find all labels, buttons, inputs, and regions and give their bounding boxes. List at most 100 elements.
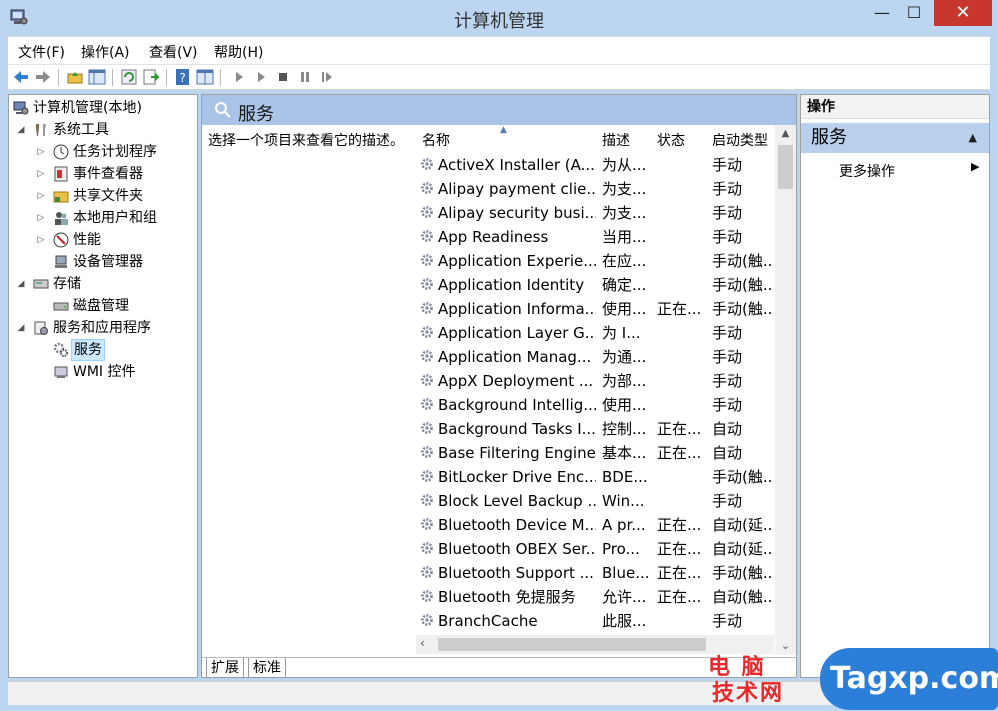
- table-row[interactable]: App Readiness 当用... 手动: [416, 225, 774, 249]
- column-header-name[interactable]: 名称: [422, 130, 450, 150]
- tree-label: 服务和应用程序: [53, 320, 151, 336]
- table-row[interactable]: Alipay payment clie... 为支... 手动: [416, 177, 774, 201]
- table-row[interactable]: Background Intellig... 使用... 手动: [416, 393, 774, 417]
- table-row[interactable]: Bluetooth Device M... A pr... 正在... 自动(延...: [416, 513, 774, 537]
- up-folder-icon[interactable]: [66, 68, 84, 86]
- column-header-status[interactable]: 状态: [657, 130, 685, 150]
- tree-label: 计算机管理(本地): [33, 100, 142, 116]
- collapsed-arrow-icon[interactable]: ▷: [35, 141, 47, 163]
- start-service-alt-icon[interactable]: [252, 68, 270, 86]
- tab-standard[interactable]: 标准: [248, 658, 286, 678]
- service-description: 为 I...: [602, 324, 641, 342]
- expanded-arrow-icon[interactable]: ◢: [15, 119, 27, 141]
- service-startup-type: 手动: [712, 228, 743, 246]
- service-startup-type: 手动(触...: [712, 468, 774, 486]
- actions-section-services[interactable]: 服务 ▲: [801, 123, 989, 153]
- scroll-thumb[interactable]: [778, 145, 793, 189]
- service-status: 正在...: [657, 540, 702, 558]
- service-description: 允许...: [602, 588, 647, 606]
- properties-icon[interactable]: [196, 68, 214, 86]
- service-description: A pr...: [602, 516, 646, 534]
- section-label: 服务: [811, 127, 847, 148]
- vertical-scrollbar[interactable]: ▲ ⌄: [775, 125, 796, 655]
- table-row[interactable]: Application Layer G... 为 I... 手动: [416, 321, 774, 345]
- refresh-icon[interactable]: [120, 68, 138, 86]
- expanded-arrow-icon[interactable]: ◢: [15, 273, 27, 295]
- maximize-button[interactable]: ☐: [898, 0, 930, 26]
- show-hide-tree-icon[interactable]: [88, 68, 106, 86]
- forward-arrow-icon[interactable]: [34, 68, 52, 86]
- table-row[interactable]: Application Manag... 为通... 手动: [416, 345, 774, 369]
- service-gear-icon: [421, 326, 433, 338]
- table-row[interactable]: Bluetooth Support ... Blue... 正在... 手动(触...: [416, 561, 774, 585]
- scroll-left-icon[interactable]: ‹: [420, 636, 425, 650]
- service-startup-type: 手动(触...: [712, 300, 774, 318]
- tree-label: 共享文件夹: [73, 188, 143, 204]
- table-row[interactable]: BranchCache 此服... 手动: [416, 609, 774, 633]
- more-actions-link[interactable]: 更多操作: [839, 161, 895, 181]
- scroll-up-icon[interactable]: ▲: [775, 125, 796, 143]
- service-name: Application Informa...: [438, 300, 596, 318]
- collapse-icon[interactable]: ▲: [969, 123, 977, 153]
- column-header-startup-type[interactable]: 启动类型: [712, 130, 768, 150]
- service-startup-type: 手动: [712, 204, 743, 222]
- tab-extended[interactable]: 扩展: [206, 658, 244, 678]
- service-startup-type: 自动(触...: [712, 588, 774, 606]
- table-row[interactable]: ActiveX Installer (A... 为从... 手动: [416, 153, 774, 177]
- svg-text:?: ?: [179, 71, 185, 85]
- minimize-button[interactable]: —: [866, 0, 898, 26]
- description-text: 选择一个项目来查看它的描述。: [208, 133, 404, 149]
- export-list-icon[interactable]: [142, 68, 160, 86]
- service-name: Application Layer G...: [438, 324, 596, 342]
- service-gear-icon: [421, 494, 433, 506]
- restart-service-icon[interactable]: [318, 68, 336, 86]
- service-startup-type: 手动: [712, 396, 743, 414]
- help-icon[interactable]: ?: [174, 68, 192, 86]
- service-name: Application Experie...: [438, 252, 596, 270]
- table-row[interactable]: Bluetooth 免提服务 允许... 正在... 自动(触...: [416, 585, 774, 609]
- pause-service-icon[interactable]: [296, 68, 314, 86]
- start-service-icon[interactable]: [230, 68, 248, 86]
- table-row[interactable]: BitLocker Drive Enc... BDE... 手动(触...: [416, 465, 774, 489]
- service-description: 基本...: [602, 444, 647, 462]
- menu-bar: 文件(F) 操作(A) 查看(V) 帮助(H): [8, 36, 990, 64]
- collapsed-arrow-icon[interactable]: ▷: [35, 229, 47, 251]
- table-row[interactable]: AppX Deployment ... 为部... 手动: [416, 369, 774, 393]
- service-name: Base Filtering Engine: [438, 444, 596, 462]
- expanded-arrow-icon[interactable]: ◢: [15, 317, 27, 339]
- horizontal-scroll-thumb[interactable]: [438, 638, 706, 651]
- table-row[interactable]: Base Filtering Engine 基本... 正在... 自动: [416, 441, 774, 465]
- menu-action[interactable]: 操作(A): [81, 42, 130, 62]
- table-row[interactable]: Application Identity 确定... 手动(触...: [416, 273, 774, 297]
- column-header-description[interactable]: 描述: [602, 130, 630, 150]
- service-gear-icon: [421, 254, 433, 266]
- collapsed-arrow-icon[interactable]: ▷: [35, 185, 47, 207]
- title-bar[interactable]: 计算机管理 — ☐ ✕: [0, 0, 998, 36]
- performance-icon: [53, 232, 69, 248]
- menu-view[interactable]: 查看(V): [149, 42, 198, 62]
- service-gear-icon: [421, 374, 433, 386]
- collapsed-arrow-icon[interactable]: ▷: [35, 163, 47, 185]
- service-name: Alipay security busi...: [438, 204, 596, 222]
- stop-service-icon[interactable]: [274, 68, 292, 86]
- service-description: Win...: [602, 492, 645, 510]
- menu-help[interactable]: 帮助(H): [214, 42, 263, 62]
- table-row[interactable]: Block Level Backup ... Win... 手动: [416, 489, 774, 513]
- table-row[interactable]: Background Tasks I... 控制... 正在... 自动: [416, 417, 774, 441]
- list-header: ▲ 名称 描述 状态 启动类型: [416, 125, 796, 153]
- table-row[interactable]: Application Experie... 在应... 手动(触...: [416, 249, 774, 273]
- service-description: 为部...: [602, 372, 647, 390]
- service-description: 使用...: [602, 396, 647, 414]
- view-tabs: 扩展 标准: [202, 657, 796, 678]
- close-button[interactable]: ✕: [934, 0, 992, 26]
- table-row[interactable]: Alipay security busi... 为支... 手动: [416, 201, 774, 225]
- menu-file[interactable]: 文件(F): [18, 42, 65, 62]
- table-row[interactable]: Application Informa... 使用... 正在... 手动(触...: [416, 297, 774, 321]
- submenu-arrow-icon[interactable]: ▶: [971, 160, 979, 173]
- device-manager-icon: [55, 255, 67, 268]
- service-startup-type: 手动: [712, 324, 743, 342]
- toolbar: ?: [8, 64, 990, 90]
- back-arrow-icon[interactable]: [12, 68, 30, 86]
- table-row[interactable]: Bluetooth OBEX Ser... Pro... 正在... 自动(延...: [416, 537, 774, 561]
- collapsed-arrow-icon[interactable]: ▷: [35, 207, 47, 229]
